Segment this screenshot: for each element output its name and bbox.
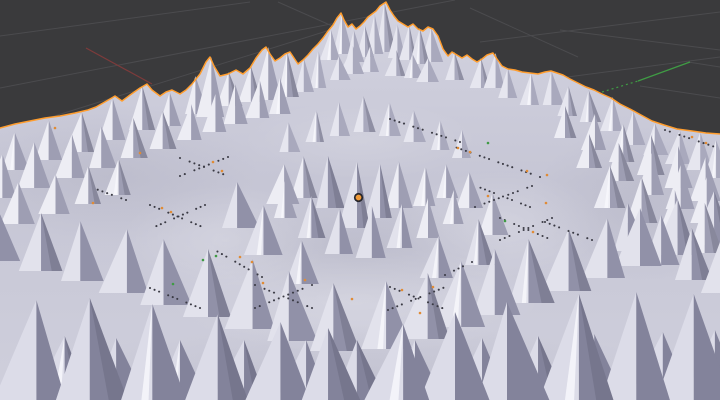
viewport-canvas bbox=[0, 0, 720, 400]
3d-viewport[interactable] bbox=[0, 0, 720, 400]
object-origin-dot[interactable] bbox=[353, 192, 364, 203]
